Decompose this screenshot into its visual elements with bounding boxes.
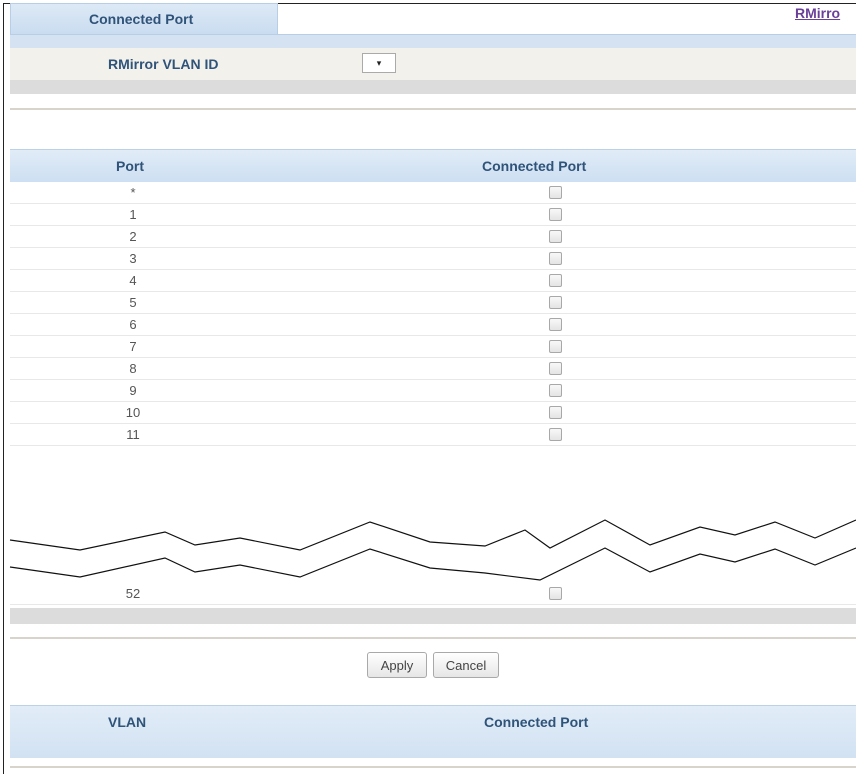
column-header-connected-port: Connected Port: [484, 714, 589, 730]
connected-port-checkbox[interactable]: [549, 587, 562, 600]
table-footer-strip: [10, 608, 856, 624]
port-number: 52: [125, 586, 141, 601]
apply-button[interactable]: Apply: [367, 652, 427, 678]
table-break-zigzag: [9, 519, 856, 581]
divider: [10, 637, 856, 639]
column-header-vlan: VLAN: [108, 714, 147, 730]
cancel-button[interactable]: Cancel: [433, 652, 499, 678]
table-row: 52: [10, 583, 856, 605]
divider: [10, 766, 856, 768]
vlan-table-header: VLAN Connected Port: [10, 705, 856, 758]
